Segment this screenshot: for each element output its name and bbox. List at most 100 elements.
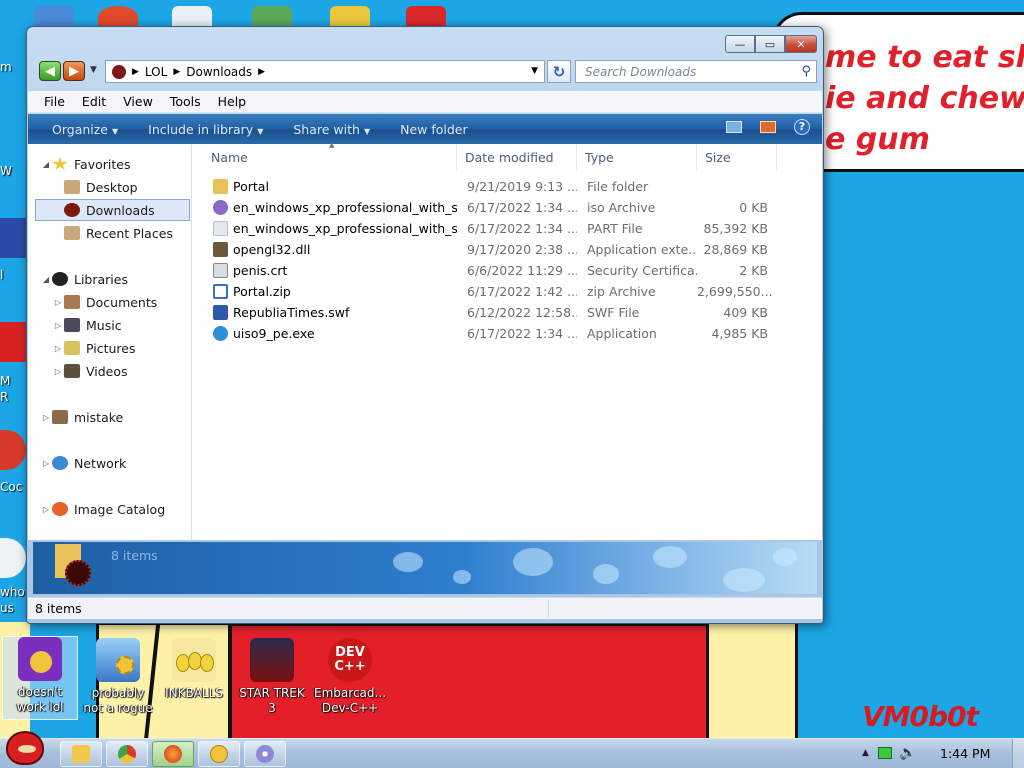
game-icon[interactable] [330, 6, 370, 28]
desktop-icon-label-partial[interactable]: who [0, 585, 26, 599]
expand-arrow-icon[interactable]: ▷ [40, 413, 52, 422]
expand-arrow-icon[interactable]: ▷ [40, 505, 52, 514]
chrome-icon[interactable] [98, 6, 138, 28]
desktop-icon-label-partial[interactable]: m [0, 60, 26, 74]
file-type: SWF File [587, 305, 640, 320]
refresh-button[interactable]: ↻ [547, 60, 571, 83]
expand-arrow-icon[interactable]: ◢ [40, 160, 52, 169]
desktop-icon-label-partial[interactable]: W [0, 164, 26, 178]
expand-arrow-icon[interactable]: ▷ [40, 459, 52, 468]
column-header-size[interactable]: Size [697, 144, 777, 170]
share-with-button[interactable]: Share with ▼ [293, 122, 370, 137]
nav-downloads[interactable]: Downloads [35, 199, 190, 221]
desktop-icon-dev-cpp[interactable]: DEV C++ Embarcad... Dev-C++ [312, 638, 388, 716]
menu-tools[interactable]: Tools [170, 94, 201, 109]
start-button[interactable] [2, 729, 48, 768]
expand-arrow-icon[interactable]: ◢ [40, 275, 52, 284]
chevron-down-icon[interactable]: ▼ [531, 66, 538, 76]
expand-arrow-icon[interactable]: ▷ [52, 321, 64, 330]
close-button[interactable]: ✕ [785, 35, 817, 53]
nav-pictures[interactable]: ▷ Pictures [52, 337, 208, 359]
nav-favorites[interactable]: ◢ Favorites [40, 153, 196, 175]
desktop-icon-label-partial[interactable]: us [0, 601, 26, 615]
folder-icon [213, 179, 228, 194]
column-header-type[interactable]: Type [577, 144, 697, 170]
new-folder-button[interactable]: New folder [400, 122, 468, 137]
maximize-button[interactable]: ▭ [755, 35, 785, 53]
expand-arrow-icon[interactable]: ▷ [52, 298, 64, 307]
expand-arrow-icon[interactable]: ▷ [52, 367, 64, 376]
desktop-icon-yahoo[interactable]: doesn't work lol [2, 636, 78, 720]
chevron-right-icon[interactable]: ▶ [132, 67, 139, 77]
volume-icon[interactable]: 🔈 [899, 745, 916, 761]
menu-help[interactable]: Help [218, 94, 247, 109]
desktop-icon-partial[interactable] [34, 6, 74, 28]
organize-button[interactable]: Organize ▼ [52, 122, 118, 137]
desktop-icon-label: doesn't [17, 685, 63, 699]
nav-network[interactable]: ▷ Network [40, 452, 196, 474]
desktop-icon-inkballs[interactable]: INKBALLS [156, 638, 232, 701]
nav-music[interactable]: ▷ Music [52, 314, 208, 336]
file-row[interactable]: opengl32.dll 9/17/2020 2:38 ... Applicat… [193, 239, 822, 260]
file-row[interactable]: uiso9_pe.exe 6/17/2022 1:34 ... Applicat… [193, 323, 822, 344]
shield-icon[interactable] [252, 6, 292, 28]
cards-icon[interactable] [172, 6, 212, 28]
taskbar-smiley-button[interactable] [198, 741, 240, 767]
desktop-icon-partial[interactable] [0, 538, 26, 578]
menu-view[interactable]: View [123, 94, 153, 109]
chevron-right-icon[interactable]: ▶ [173, 67, 180, 77]
menu-file[interactable]: File [44, 94, 65, 109]
desktop-icon-partial[interactable] [0, 322, 26, 362]
desktop-icon-label-partial[interactable]: Coc [0, 480, 26, 494]
file-name: Portal [233, 179, 269, 194]
angry-bird-face [18, 745, 36, 753]
preview-pane-icon[interactable] [760, 121, 776, 133]
file-row[interactable]: en_windows_xp_professional_with_ser... 6… [193, 197, 822, 218]
breadcrumb-downloads[interactable]: Downloads [186, 65, 252, 79]
app-icon[interactable] [406, 6, 446, 28]
column-header-name[interactable]: ▲ Name [193, 141, 457, 170]
breadcrumb-lol[interactable]: LOL [145, 65, 167, 79]
column-label: Name [211, 150, 248, 165]
desktop-icon-partial[interactable] [0, 218, 26, 258]
change-view-icon[interactable] [726, 121, 742, 133]
column-header-date[interactable]: Date modified [457, 144, 577, 170]
show-hidden-icons-button[interactable]: ▲ [862, 748, 869, 758]
file-row[interactable]: penis.crt 6/6/2022 11:29 ... Security Ce… [193, 260, 822, 281]
file-row[interactable]: en_windows_xp_professional_with_ser... 6… [193, 218, 822, 239]
search-icon[interactable]: ⚲ [801, 64, 811, 79]
desktop-icon-label-partial[interactable]: M [0, 374, 26, 388]
column-headers: ▲ Name Date modified Type Size [193, 141, 822, 170]
taskbar-firefox-button[interactable] [152, 741, 194, 767]
nav-mistake[interactable]: ▷ mistake [40, 406, 196, 428]
expand-arrow-icon[interactable]: ▷ [52, 344, 64, 353]
taskbar-chrome-button[interactable] [106, 741, 148, 767]
menu-edit[interactable]: Edit [82, 94, 106, 109]
recent-pages-dropdown[interactable]: ▼ [90, 65, 97, 75]
desktop-icon-partial[interactable] [0, 430, 26, 470]
chevron-right-icon[interactable]: ▶ [258, 67, 265, 77]
network-status-icon[interactable] [878, 747, 892, 759]
desktop-icon-star-trek[interactable]: STAR TREK 3 [234, 638, 310, 716]
file-row[interactable]: Portal 9/21/2019 9:13 ... File folder [193, 176, 822, 197]
help-icon[interactable]: ? [794, 119, 810, 135]
desktop-icon-label-partial[interactable]: l [0, 268, 26, 282]
desktop-icon-probably-not-a-rogue[interactable]: probably not a rogue [80, 638, 156, 716]
show-desktop-button[interactable] [1012, 739, 1024, 768]
desktop-icon-label-partial[interactable]: R [0, 390, 26, 404]
taskbar-disc-button[interactable] [244, 741, 286, 767]
clock[interactable]: 1:44 PM [940, 746, 990, 761]
search-input[interactable]: Search Downloads ⚲ [575, 60, 817, 83]
nav-libraries[interactable]: ◢ Libraries [40, 268, 196, 290]
file-row[interactable]: RepubliaTimes.swf 6/12/2022 12:58... SWF… [193, 302, 822, 323]
nav-image-catalog[interactable]: ▷ Image Catalog [40, 498, 196, 520]
nav-documents[interactable]: ▷ Documents [52, 291, 208, 313]
file-row[interactable]: Portal.zip 6/17/2022 1:42 ... zip Archiv… [193, 281, 822, 302]
minimize-button[interactable]: — [725, 35, 755, 53]
forward-button[interactable]: ▶ [63, 61, 85, 81]
nav-videos[interactable]: ▷ Videos [52, 360, 208, 382]
back-button[interactable]: ◀ [39, 61, 61, 81]
address-bar[interactable]: ▶ LOL ▶ Downloads ▶ ▼ [105, 60, 545, 83]
taskbar-explorer-button[interactable] [60, 741, 102, 767]
include-in-library-button[interactable]: Include in library ▼ [148, 122, 263, 137]
